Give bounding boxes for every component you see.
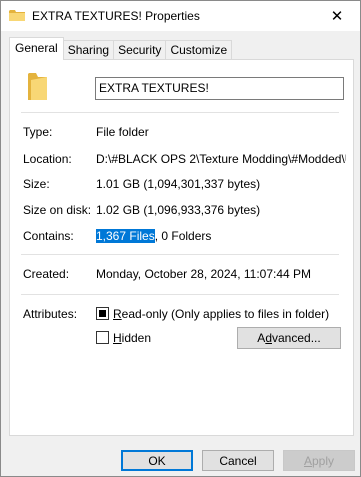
size-label: Size: <box>23 177 50 191</box>
type-value: File folder <box>96 125 149 139</box>
tab-customize[interactable]: Customize <box>165 40 233 60</box>
hidden-checkbox[interactable] <box>96 331 109 344</box>
created-label: Created: <box>23 267 70 281</box>
tab-sharing[interactable]: Sharing <box>62 40 115 60</box>
close-icon[interactable]: ✕ <box>314 1 360 31</box>
location-label: Location: <box>23 152 72 166</box>
folder-icon <box>27 71 48 101</box>
window-title: EXTRA TEXTURES! Properties <box>32 9 200 23</box>
apply-button[interactable]: Apply <box>283 450 355 471</box>
contains-value: 1,367 Files, 0 Folders <box>96 229 211 243</box>
hidden-label[interactable]: Hidden <box>113 331 151 345</box>
tab-general[interactable]: General <box>9 37 64 60</box>
readonly-label[interactable]: Read-only (Only applies to files in fold… <box>113 307 329 321</box>
size-value: 1.01 GB (1,094,301,337 bytes) <box>96 177 261 191</box>
contains-folders: , 0 Folders <box>154 229 212 243</box>
created-value: Monday, October 28, 2024, 11:07:44 PM <box>96 267 312 281</box>
advanced-button[interactable]: Ad vanced... <box>237 327 341 349</box>
divider <box>21 294 339 295</box>
indeterminate-mark <box>99 310 106 317</box>
cancel-button[interactable]: Cancel <box>202 450 274 471</box>
size-on-disk-label: Size on disk: <box>23 203 92 217</box>
tab-strip: General Sharing Security Customize <box>9 37 233 60</box>
location-value: D:\#BLACK OPS 2\Texture Modding\#Modded\… <box>96 152 346 166</box>
type-label: Type: <box>23 125 53 139</box>
size-on-disk-value: 1.02 GB (1,096,933,376 bytes) <box>96 203 261 217</box>
folder-name-field[interactable]: EXTRA TEXTURES! <box>95 77 344 100</box>
contains-files-selected[interactable]: 1,367 Files <box>96 229 155 243</box>
divider <box>21 254 339 255</box>
contains-label: Contains: <box>23 229 74 243</box>
properties-window: EXTRA TEXTURES! Properties ✕ General Sha… <box>0 0 361 477</box>
folder-icon <box>9 9 25 22</box>
ok-button[interactable]: OK <box>121 450 193 471</box>
readonly-checkbox[interactable] <box>96 307 109 320</box>
title-bar: EXTRA TEXTURES! Properties ✕ <box>1 1 360 31</box>
attributes-label: Attributes: <box>23 307 78 321</box>
tab-security[interactable]: Security <box>113 40 167 60</box>
divider <box>21 112 339 113</box>
general-panel <box>9 59 354 436</box>
